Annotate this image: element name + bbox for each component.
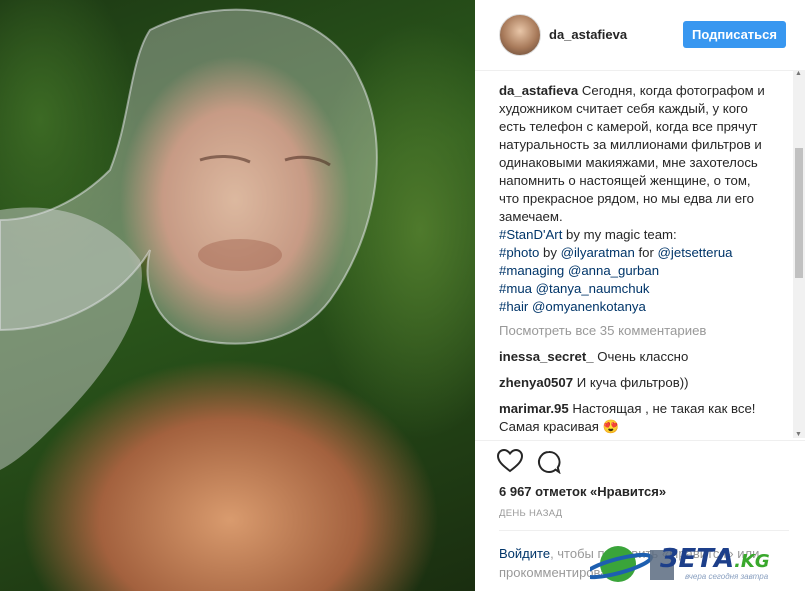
post-photo[interactable] <box>0 0 475 591</box>
mention-omyanenkotanya[interactable]: @omyanenkotanya <box>532 299 646 314</box>
caption: da_astafieva Сегодня, когда фотографом и… <box>499 82 771 316</box>
heart-icon[interactable] <box>497 449 523 473</box>
comments-scrollbar[interactable]: ▲ ▼ <box>793 70 805 438</box>
watermark-tagline: вчера сегодня завтра <box>685 572 769 581</box>
avatar[interactable] <box>499 14 541 56</box>
post-sidebar: da_astafieva Подписаться da_astafieva Се… <box>475 0 805 591</box>
mention-jetsetterua[interactable]: @jetsetterua <box>658 245 733 260</box>
hashtag-standart[interactable]: #StanD'Art <box>499 227 562 242</box>
caption-for: for <box>634 245 658 260</box>
watermark-suffix: .KG <box>734 551 770 572</box>
caption-line1-text: by my magic team: <box>562 227 677 242</box>
actions-divider <box>475 440 805 442</box>
comment-username[interactable]: inessa_secret_ <box>499 349 594 364</box>
scroll-down-icon[interactable]: ▼ <box>795 431 802 438</box>
comments-list: da_astafieva Сегодня, когда фотографом и… <box>499 82 771 442</box>
mention-tanya-naumchuk[interactable]: @tanya_naumchuk <box>536 281 650 296</box>
caption-by: by <box>539 245 561 260</box>
follow-button[interactable]: Подписаться <box>683 21 786 48</box>
post-header: da_astafieva Подписаться <box>475 0 805 71</box>
view-all-comments-link[interactable]: Посмотреть все 35 комментариев <box>499 322 771 340</box>
comment-item: inessa_secret_ Очень классно <box>499 348 771 366</box>
caption-text: Сегодня, когда фотографом и художником с… <box>499 83 765 224</box>
scroll-up-icon[interactable]: ▲ <box>795 70 802 77</box>
hashtag-hair[interactable]: #hair <box>499 299 528 314</box>
comment-username[interactable]: marimar.95 <box>499 401 569 416</box>
hashtag-mua[interactable]: #mua <box>499 281 532 296</box>
mention-anna-gurban[interactable]: @anna_gurban <box>568 263 659 278</box>
post-timestamp: ДЕНЬ НАЗАД <box>499 508 563 519</box>
hashtag-managing[interactable]: #managing <box>499 263 564 278</box>
comment-text: Очень классно <box>597 349 689 364</box>
login-link[interactable]: Войдите <box>499 546 550 561</box>
comment-text: И куча фильтров)) <box>576 375 689 390</box>
login-divider <box>499 530 789 531</box>
watermark-brand: ЗЕТА.KG <box>660 544 770 574</box>
header-username[interactable]: da_astafieva <box>549 27 627 42</box>
mention-ilyaratman[interactable]: @ilyaratman <box>561 245 635 260</box>
scrollbar-thumb[interactable] <box>795 148 803 278</box>
comment-item: marimar.95 Настоящая , не такая как все!… <box>499 400 771 436</box>
comment-icon[interactable] <box>537 450 561 474</box>
veil-overlay <box>0 8 378 470</box>
comment-username[interactable]: zhenya0507 <box>499 375 573 390</box>
caption-username[interactable]: da_astafieva <box>499 83 578 98</box>
comment-item: zhenya0507 И куча фильтров)) <box>499 374 771 392</box>
hashtag-photo[interactable]: #photo <box>499 245 539 260</box>
watermark-brand-name: ЗЕТА <box>660 544 735 574</box>
likes-count[interactable]: 6 967 отметок «Нравится» <box>499 484 666 499</box>
